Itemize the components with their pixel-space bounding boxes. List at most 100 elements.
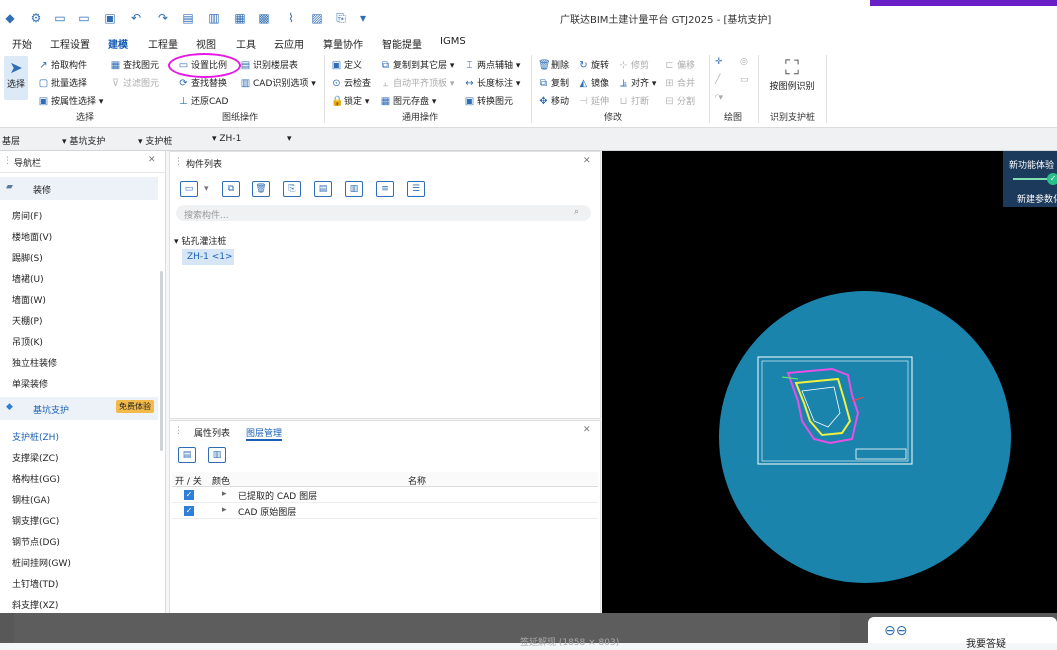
nav-item[interactable]: 桩间挂网(GW) [12, 556, 71, 569]
break-button[interactable]: ⊔ 打断 [618, 94, 649, 107]
find-element-button[interactable]: ▦ 查找图元 [110, 58, 159, 71]
recognize-floor-table-button[interactable]: ▤ 识别楼层表 [240, 58, 298, 71]
new-file-icon[interactable]: ▭ [52, 10, 68, 26]
extend-button[interactable]: ⊣ 延伸 [578, 94, 609, 107]
auto-align-button[interactable]: ⫠ 自动平齐顶板 ▾ [380, 76, 454, 89]
table-icon[interactable]: ▨ [309, 10, 325, 26]
nav-item[interactable]: 格构柱(GG) [12, 472, 60, 485]
layer-toggle-checkbox[interactable]: ✓ [184, 506, 194, 516]
nav-scrollbar[interactable] [160, 271, 163, 451]
sort-icon[interactable]: ≡ [376, 181, 394, 197]
nav-item[interactable]: 钢柱(GA) [12, 493, 50, 506]
menu-tools[interactable]: 工具 [236, 36, 256, 51]
draw-circle-icon[interactable]: ◎ [740, 57, 748, 67]
nav-item[interactable]: 单梁装修 [12, 377, 48, 390]
nav-item[interactable]: 楼地面(V) [12, 230, 52, 243]
new-dropdown-icon[interactable]: ▾ [204, 184, 209, 194]
layout-icon[interactable]: ▩ [256, 10, 272, 26]
menu-quantity[interactable]: 工程量 [148, 36, 178, 51]
item-dropdown-icon[interactable]: ▾ [287, 134, 292, 144]
move-button[interactable]: ✥ 移动 [538, 94, 569, 107]
app-logo-icon[interactable]: ◆ [2, 10, 18, 26]
nav-item-selected[interactable]: 支护桩(ZH) [12, 430, 59, 443]
tab-layer-management[interactable]: 图层管理 [246, 426, 283, 441]
nav-item[interactable]: 独立柱装修 [12, 356, 57, 369]
mirror-button[interactable]: ◭ 镜像 [578, 76, 609, 89]
drag-handle-icon[interactable]: ⋮ [3, 156, 12, 166]
floor-select[interactable]: 基层 [2, 134, 20, 147]
import-icon[interactable]: ▤ [314, 181, 332, 197]
pick-component-button[interactable]: ↗ 拾取构件 [38, 58, 87, 71]
cloud-check-button[interactable]: ⊙ 云检查 [331, 76, 371, 89]
batch-select-button[interactable]: ▢ 批量选择 [38, 76, 87, 89]
gear-icon[interactable]: ⚙ [28, 10, 44, 26]
report-icon[interactable]: ▤ [180, 10, 196, 26]
copy-layer-icon[interactable]: ⎘ [283, 181, 301, 197]
hide-layer-icon[interactable]: ▥ [208, 447, 226, 463]
menu-view[interactable]: 视图 [196, 36, 216, 51]
undo-icon[interactable]: ↶ [128, 10, 144, 26]
draw-arc-icon[interactable]: ◜▾ [715, 93, 723, 103]
help-widget[interactable]: ⊖⊖ 我要答疑 [868, 617, 1057, 650]
lock-button[interactable]: 🔒锁定 ▾ [331, 94, 369, 107]
menu-start[interactable]: 开始 [12, 36, 32, 51]
redo-icon[interactable]: ↷ [155, 10, 171, 26]
drag-handle-icon[interactable]: ⋮ [174, 426, 183, 436]
nav-item[interactable]: 吊顶(K) [12, 335, 43, 348]
nav-item[interactable]: 天棚(P) [12, 314, 42, 327]
drawing-canvas[interactable]: 新功能体验 ✓ 新建参数化 [602, 151, 1057, 613]
save-element-button[interactable]: ▦ 图元存盘 ▾ [380, 94, 437, 107]
rotate-button[interactable]: ↻ 旋转 [578, 58, 609, 71]
nav-item[interactable]: 支撑梁(ZC) [12, 451, 58, 464]
menu-cloud[interactable]: 云应用 [274, 36, 304, 51]
new-component-icon[interactable]: ▭ [180, 181, 198, 197]
dropdown-icon[interactable]: ▾ [355, 10, 371, 26]
menu-smart-extract[interactable]: 智能提量 [382, 36, 422, 51]
expand-icon[interactable]: ▸ [222, 489, 227, 499]
copy-to-floor-button[interactable]: ⧉ 复制到其它层 ▾ [380, 58, 454, 71]
nav-item[interactable]: 斜支撑(XZ) [12, 598, 58, 611]
merge-button[interactable]: ⊞ 合并 [664, 76, 695, 89]
drag-handle-icon[interactable]: ⋮ [174, 157, 183, 167]
show-layer-icon[interactable]: ▤ [178, 447, 196, 463]
menu-project-settings[interactable]: 工程设置 [50, 36, 90, 51]
close-icon[interactable]: ✕ [583, 425, 591, 435]
cad-options-button[interactable]: ▥ CAD识别选项 ▾ [240, 76, 316, 89]
close-icon[interactable]: ✕ [148, 155, 156, 165]
table-row[interactable]: ✓ ▸ CAD 原始图层 [172, 503, 598, 519]
select-tool-button[interactable]: ➤ 选择 [4, 56, 28, 100]
delete-button[interactable]: 🗑删除 [538, 58, 569, 71]
component-search-input[interactable]: 搜索构件... ⌕ [176, 205, 591, 221]
nav-item[interactable]: 墙裙(U) [12, 272, 44, 285]
copy-button[interactable]: ⧉ 复制 [538, 76, 569, 89]
new-feature-panel[interactable]: 新功能体验 ✓ 新建参数化 [1003, 151, 1057, 207]
define-button[interactable]: ▣ 定义 [331, 58, 362, 71]
nav-item[interactable]: 钢节点(DG) [12, 535, 60, 548]
nav-item[interactable]: 土钉墙(TD) [12, 577, 58, 590]
draw-point-icon[interactable]: ✛ [715, 57, 723, 67]
grid-icon[interactable]: ▦ [232, 10, 248, 26]
convert-element-button[interactable]: ▣ 转换图元 [464, 94, 513, 107]
split-button[interactable]: ⊟ 分割 [664, 94, 695, 107]
nav-category-decoration[interactable]: ▰ 装修 [0, 177, 158, 200]
save-icon[interactable]: ▣ [102, 10, 118, 26]
nav-item[interactable]: 墙面(W) [12, 293, 46, 306]
tree-group-bored-pile[interactable]: ▾ 钻孔灌注桩 [174, 234, 226, 247]
restore-cad-button[interactable]: ⊥ 还原CAD [178, 94, 228, 107]
align-button[interactable]: ⫡ 对齐 ▾ [618, 76, 656, 89]
tab-property-list[interactable]: 属性列表 [194, 426, 230, 439]
filter-list-icon[interactable]: ☰ [407, 181, 425, 197]
copy-component-icon[interactable]: ⧉ [222, 181, 240, 197]
length-dim-button[interactable]: ↔ 长度标注 ▾ [464, 76, 520, 89]
nav-category-pit-support[interactable]: ◆ 基坑支护 免费体验 [0, 397, 158, 420]
two-point-axis-button[interactable]: ⌶ 两点辅轴 ▾ [464, 58, 521, 71]
export-icon[interactable]: ▥ [345, 181, 363, 197]
expand-icon[interactable]: ▸ [222, 505, 227, 515]
filter-element-button[interactable]: ⊽ 过滤图元 [110, 76, 159, 89]
chart-icon[interactable]: ⌇ [283, 10, 299, 26]
offset-button[interactable]: ⊏ 偏移 [664, 58, 695, 71]
nav-item[interactable]: 房间(F) [12, 209, 42, 222]
select-by-attr-button[interactable]: ▣ 按属性选择 ▾ [38, 94, 104, 107]
table-row[interactable]: ✓ ▸ 已提取的 CAD 图层 [172, 487, 598, 503]
layer-toggle-checkbox[interactable]: ✓ [184, 490, 194, 500]
